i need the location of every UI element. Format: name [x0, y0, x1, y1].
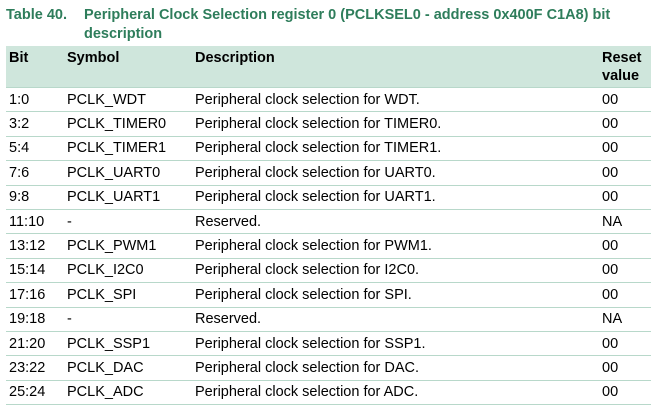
cell-reset-value: NA — [599, 307, 651, 332]
cell-description: Peripheral clock selection for UART1. — [192, 185, 599, 210]
cell-symbol: PCLK_DAC — [64, 355, 192, 381]
cell-symbol: PCLK_TIMER0 — [64, 111, 192, 137]
cell-description: Peripheral clock selection for ADC. — [192, 380, 599, 406]
cell-description: Peripheral clock selection for SSP1. — [192, 331, 599, 357]
cell-reset-value: 00 — [599, 355, 651, 381]
cell-description: Reserved. — [192, 307, 599, 332]
header-description: Description — [192, 46, 599, 88]
cell-reset-value: 00 — [599, 233, 651, 259]
table-body: 1:0 PCLK_WDT Peripheral clock selection fo… — [6, 87, 651, 406]
table-row: 15:14 PCLK_I2C0 Peripheral clock selection… — [6, 258, 651, 284]
cell-bit: 15:14 — [6, 258, 64, 284]
cell-symbol: PCLK_TIMER1 — [64, 136, 192, 162]
cell-description: Peripheral clock selection for PWM1. — [192, 233, 599, 259]
cell-description: Peripheral clock selection for SPI. — [192, 282, 599, 308]
cell-bit: 3:2 — [6, 111, 64, 137]
cell-bit: 23:22 — [6, 355, 64, 381]
cell-description: Peripheral clock selection for DAC. — [192, 355, 599, 381]
header-reset-value: Reset value — [599, 46, 651, 88]
table-row: 17:16 PCLK_SPI Peripheral clock selection … — [6, 282, 651, 308]
table-row: 1:0 PCLK_WDT Peripheral clock selection fo… — [6, 87, 651, 113]
cell-reset-value: 00 — [599, 111, 651, 137]
table-row: 23:22 PCLK_DAC Peripheral clock selection … — [6, 355, 651, 381]
cell-reset-value: 00 — [599, 185, 651, 210]
table-row: 21:20 PCLK_SSP1 Peripheral clock selection… — [6, 331, 651, 357]
cell-reset-value: 00 — [599, 258, 651, 284]
cell-symbol: PCLK_UART1 — [64, 185, 192, 210]
cell-symbol: PCLK_SSP1 — [64, 331, 192, 357]
cell-bit: 19:18 — [6, 307, 64, 332]
cell-bit: 17:16 — [6, 282, 64, 308]
cell-bit: 21:20 — [6, 331, 64, 357]
header-row: Bit Symbol Description Reset value — [6, 46, 651, 88]
header-symbol: Symbol — [64, 46, 192, 88]
header-bit: Bit — [6, 46, 64, 88]
cell-reset-value: 00 — [599, 331, 651, 357]
cell-bit: 25:24 — [6, 380, 64, 406]
cell-symbol: - — [64, 209, 192, 235]
table-row: 19:18- Reserved. NA — [6, 307, 651, 332]
cell-symbol: PCLK_I2C0 — [64, 258, 192, 284]
cell-symbol: PCLK_SPI — [64, 282, 192, 308]
cell-bit: 11:10 — [6, 209, 64, 235]
cell-description: Peripheral clock selection for WDT. — [192, 87, 599, 113]
cell-description: Reserved. — [192, 209, 599, 235]
table-row: 3:2 PCLK_TIMER0 Peripheral clock selection… — [6, 111, 651, 137]
cell-reset-value: 00 — [599, 160, 651, 186]
table-caption: Table 40. Peripheral Clock Selection reg… — [6, 6, 651, 44]
table-row: 9:8 PCLK_UART1 Peripheral clock selection … — [6, 185, 651, 210]
table-row: 25:24 PCLK_ADC Peripheral clock selection … — [6, 380, 651, 406]
table-title: Peripheral Clock Selection register 0 (P… — [84, 7, 611, 42]
table-row: 13:12 PCLK_PWM1 Peripheral clock selection… — [6, 233, 651, 259]
cell-symbol: PCLK_UART0 — [64, 160, 192, 186]
cell-symbol: PCLK_WDT — [64, 87, 192, 113]
table-row: 7:6 PCLK_UART0 Peripheral clock selection … — [6, 160, 651, 186]
cell-reset-value: NA — [599, 209, 651, 235]
cell-bit: 5:4 — [6, 136, 64, 162]
table-row: 5:4 PCLK_TIMER1 Peripheral clock selection… — [6, 136, 651, 162]
cell-bit: 1:0 — [6, 87, 64, 113]
table-number: Table 40. — [6, 7, 67, 23]
bit-description-table: Bit Symbol Description Reset value 1:0 PC… — [6, 46, 651, 406]
cell-reset-value: 00 — [599, 136, 651, 162]
cell-description: Peripheral clock selection for UART0. — [192, 160, 599, 186]
table-header: Bit Symbol Description Reset value — [6, 46, 651, 88]
cell-reset-value: 00 — [599, 380, 651, 406]
cell-reset-value: 00 — [599, 87, 651, 113]
cell-description: Peripheral clock selection for TIMER0. — [192, 111, 599, 137]
cell-bit: 9:8 — [6, 185, 64, 210]
cell-bit: 13:12 — [6, 233, 64, 259]
cell-symbol: PCLK_ADC — [64, 380, 192, 406]
cell-description: Peripheral clock selection for I2C0. — [192, 258, 599, 284]
cell-symbol: PCLK_PWM1 — [64, 233, 192, 259]
cell-bit: 7:6 — [6, 160, 64, 186]
cell-reset-value: 00 — [599, 282, 651, 308]
table-row: 11:10- Reserved. NA — [6, 209, 651, 235]
cell-symbol: - — [64, 307, 192, 332]
cell-description: Peripheral clock selection for TIMER1. — [192, 136, 599, 162]
